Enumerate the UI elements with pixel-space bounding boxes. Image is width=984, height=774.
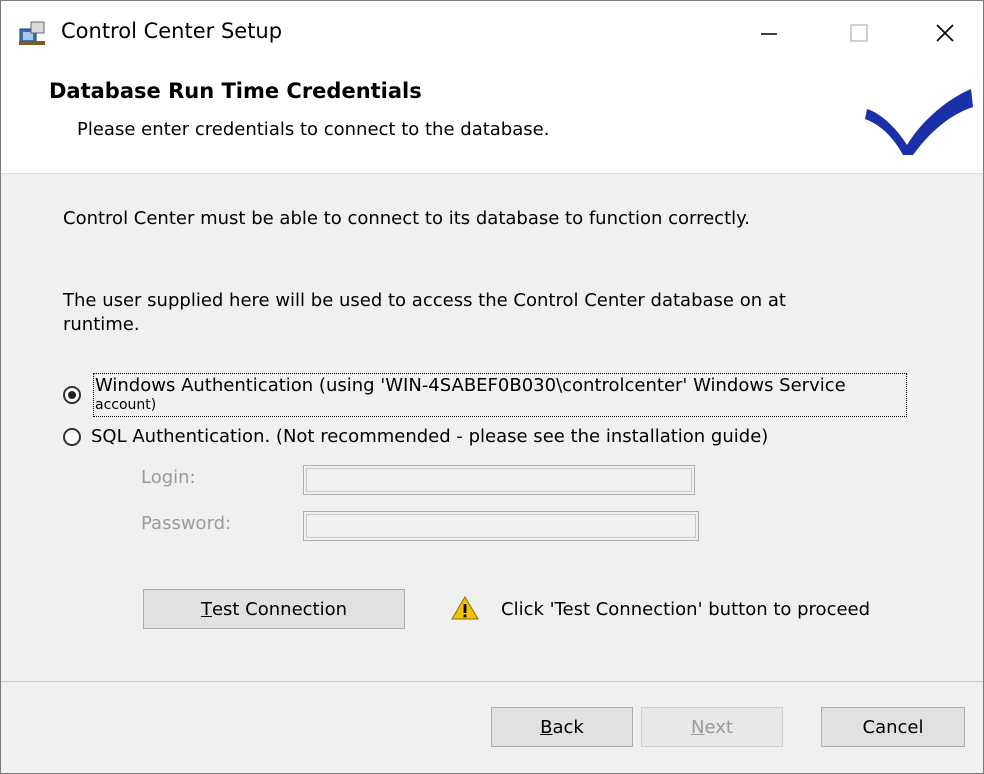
info-text-1: Control Center must be able to connect t… bbox=[63, 208, 750, 229]
close-icon bbox=[936, 24, 954, 42]
brand-checkmark-logo bbox=[865, 89, 973, 155]
footer-divider bbox=[1, 681, 983, 682]
next-button[interactable]: Next bbox=[641, 707, 783, 747]
close-button[interactable] bbox=[917, 9, 973, 57]
cancel-button[interactable]: Cancel bbox=[821, 707, 965, 747]
page-subtitle: Please enter credentials to connect to t… bbox=[77, 119, 550, 140]
test-connection-mnemonic: T bbox=[200, 598, 212, 620]
login-input[interactable] bbox=[303, 465, 695, 495]
windows-auth-label-line2[interactable]: account) bbox=[95, 397, 156, 411]
page-title: Database Run Time Credentials bbox=[49, 79, 422, 103]
sql-auth-radio[interactable] bbox=[63, 428, 81, 446]
test-connection-button[interactable]: Test Connection bbox=[143, 589, 405, 629]
setup-window: Control Center Setup Database Run Time C… bbox=[0, 0, 984, 774]
sql-auth-label[interactable]: SQL Authentication. (Not recommended - p… bbox=[91, 426, 768, 448]
minimize-icon bbox=[761, 33, 777, 35]
maximize-icon bbox=[850, 24, 868, 42]
wizard-header: Database Run Time Credentials Please ent… bbox=[1, 63, 983, 174]
next-label: ext bbox=[704, 716, 733, 738]
password-input[interactable] bbox=[303, 511, 699, 541]
test-connection-label: est Connection bbox=[211, 598, 348, 620]
login-label: Login: bbox=[141, 467, 196, 488]
info-text-2: The user supplied here will be used to a… bbox=[63, 290, 786, 335]
back-mnemonic: B bbox=[540, 716, 553, 738]
password-label: Password: bbox=[141, 513, 232, 534]
maximize-button[interactable] bbox=[831, 9, 887, 57]
connection-status-text: Click 'Test Connection' button to procee… bbox=[501, 599, 871, 620]
installer-app-icon bbox=[19, 21, 45, 45]
next-mnemonic: N bbox=[691, 716, 705, 738]
back-label: ack bbox=[552, 716, 584, 738]
back-button[interactable]: Back bbox=[491, 707, 633, 747]
minimize-button[interactable] bbox=[741, 9, 797, 57]
warning-icon bbox=[451, 596, 479, 620]
window-title: Control Center Setup bbox=[61, 19, 283, 43]
windows-auth-radio[interactable] bbox=[63, 386, 81, 404]
windows-auth-label[interactable]: Windows Authentication (using 'WIN-4SABE… bbox=[95, 375, 846, 397]
title-bar: Control Center Setup bbox=[1, 1, 983, 63]
